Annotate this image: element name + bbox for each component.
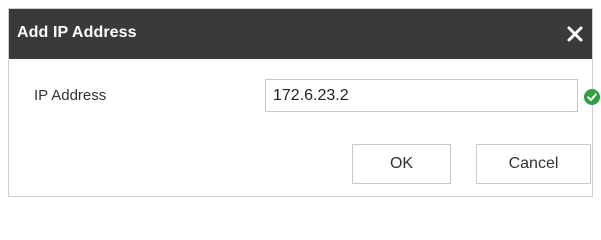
cancel-button[interactable]: Cancel (476, 144, 591, 184)
close-icon[interactable] (562, 21, 588, 47)
dialog-titlebar: Add IP Address (9, 9, 592, 59)
dialog-title: Add IP Address (17, 24, 137, 41)
ip-address-input[interactable] (265, 79, 578, 112)
add-ip-address-dialog: Add IP Address IP Address OK Cancel (8, 8, 600, 197)
check-circle-icon (584, 89, 600, 105)
ip-address-label: IP Address (34, 87, 107, 104)
ok-button[interactable]: OK (352, 144, 451, 184)
